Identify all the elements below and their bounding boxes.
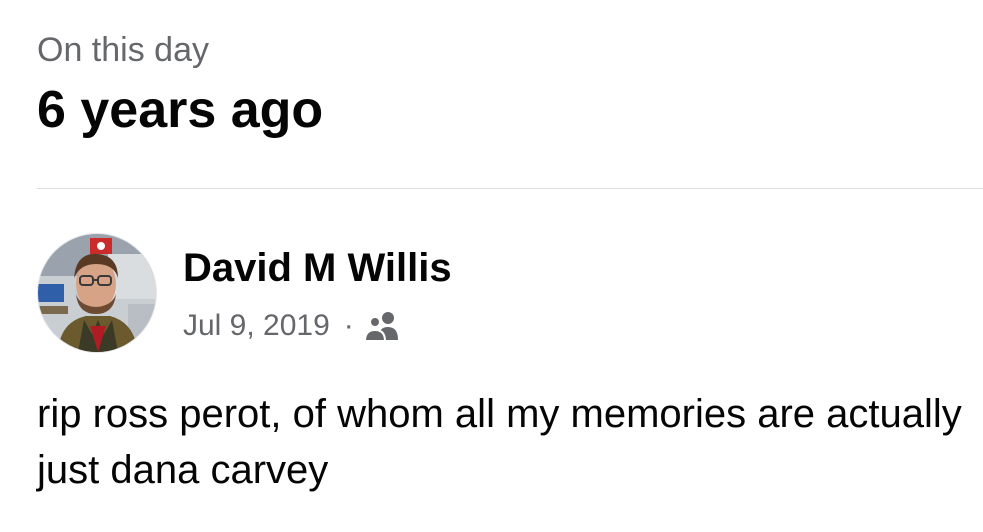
memory-header: On this day 6 years ago [37, 28, 323, 142]
author-block: David M Willis Jul 9, 2019 · [183, 242, 452, 344]
divider [37, 188, 983, 189]
memory-label: On this day [37, 31, 209, 69]
memory-time-ago: 6 years ago [37, 81, 324, 139]
post-header: David M Willis Jul 9, 2019 · [37, 233, 452, 353]
post-text: rip ross perot, of whom all my memories … [37, 392, 962, 492]
post-date[interactable]: Jul 9, 2019 [183, 308, 330, 344]
author-name[interactable]: David M Willis [183, 242, 452, 294]
avatar[interactable] [37, 233, 157, 353]
post-meta: Jul 9, 2019 · [183, 308, 452, 344]
friends-icon[interactable] [363, 310, 400, 342]
meta-separator: · [343, 309, 354, 342]
